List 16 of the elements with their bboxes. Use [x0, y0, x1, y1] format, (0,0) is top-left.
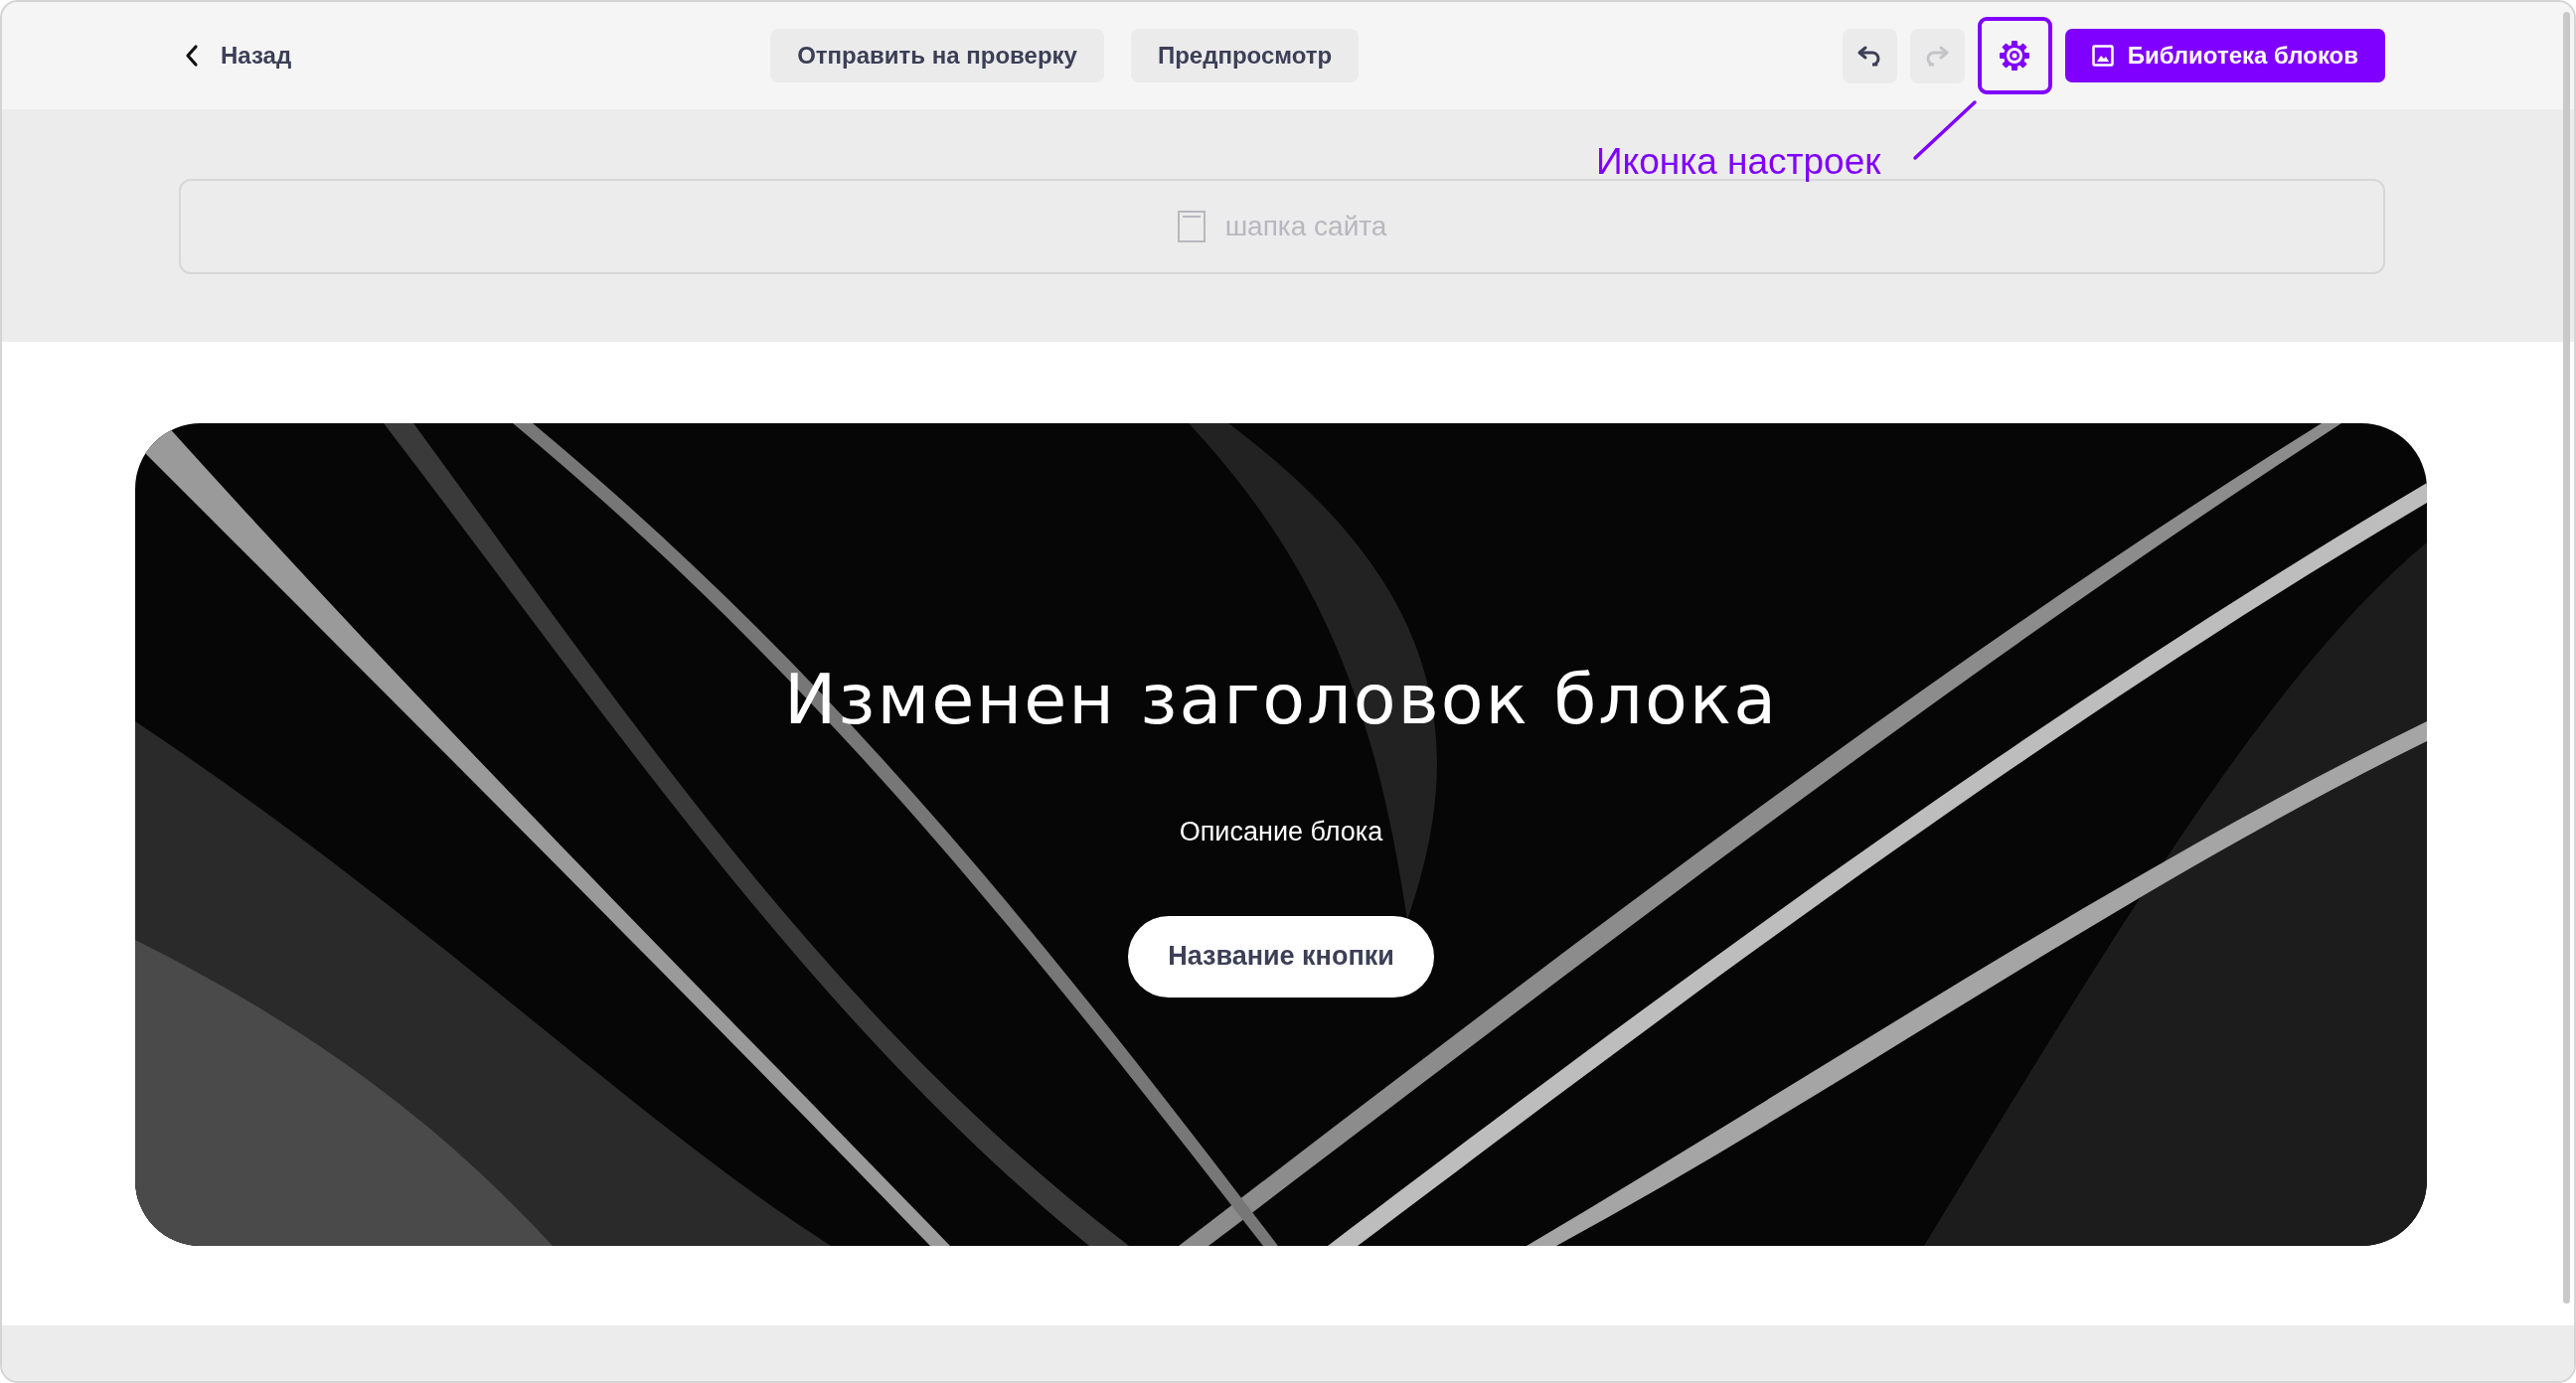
chevron-left-icon [185, 44, 199, 68]
library-button[interactable]: Библиотека блоков [2064, 29, 2385, 82]
preview-button[interactable]: Предпросмотр [1130, 29, 1360, 82]
page-icon [1177, 211, 1206, 242]
image-icon [2091, 45, 2114, 67]
scrollbar[interactable] [2563, 12, 2570, 1304]
back-link[interactable]: Назад [179, 34, 298, 77]
settings-button[interactable] [1977, 17, 2052, 94]
hero-button[interactable]: Название кнопки [1128, 915, 1434, 998]
hero-description: Описание блока [1179, 816, 1383, 848]
settings-icon [1998, 39, 2032, 73]
redo-icon [1924, 45, 1951, 67]
leader-line [1912, 99, 1978, 161]
submit-button[interactable]: Отправить на проверку [770, 29, 1104, 82]
hero-title: Изменен заголовок блока [783, 662, 1779, 738]
undo-button[interactable] [1842, 28, 1897, 83]
